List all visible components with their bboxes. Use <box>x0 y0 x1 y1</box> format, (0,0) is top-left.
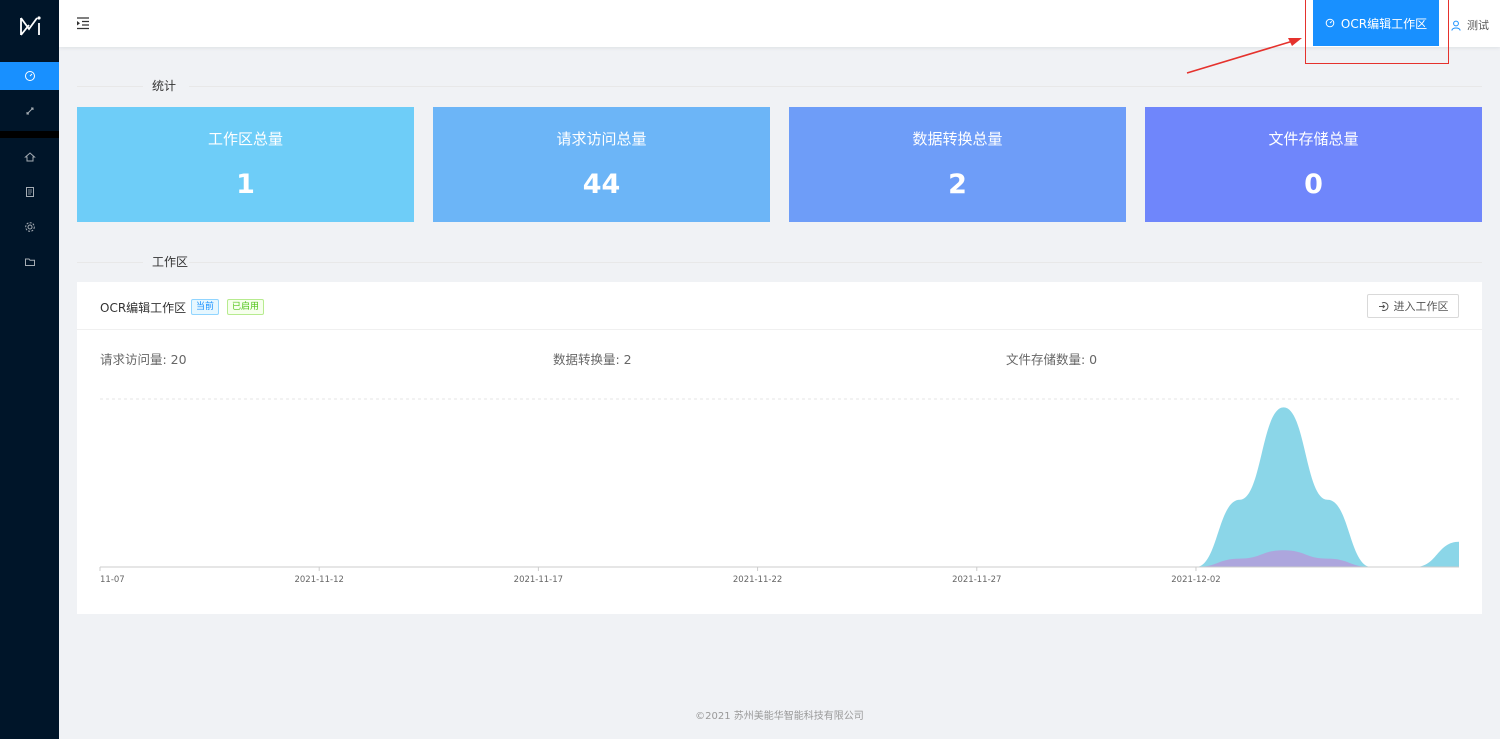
enter-workspace-button[interactable]: 进入工作区 <box>1367 294 1459 318</box>
stat-card-requests: 请求访问总量 44 <box>433 107 770 222</box>
annotation-arrow <box>1186 38 1302 74</box>
sidebar-item-home[interactable] <box>0 143 59 171</box>
folder-icon <box>24 258 35 266</box>
gear-icon <box>24 222 35 232</box>
sidebar-item-files[interactable] <box>0 248 59 276</box>
chart-x-tick-label: 2021-11-27 <box>952 575 1001 585</box>
chart-x-tick-label: 2021-11-17 <box>514 575 563 585</box>
chart-x-tick-label: 2021-11-12 <box>294 575 343 585</box>
stat-label: 数据转换总量 <box>912 130 1003 148</box>
chart-x-tick-label: 2021-11-22 <box>733 575 782 585</box>
sidebar-item-records[interactable] <box>0 178 59 206</box>
metric-requests: 请求访问量: 20 <box>100 352 187 367</box>
stat-value: 1 <box>236 169 255 200</box>
sidebar-item-dashboard[interactable] <box>0 62 59 90</box>
stats-section-title: 统计 <box>77 77 1482 95</box>
sidebar-item-settings[interactable] <box>0 213 59 241</box>
user-menu[interactable]: 测试 <box>1451 17 1489 33</box>
workspace-name: OCR编辑工作区 <box>100 301 187 315</box>
enter-workspace-label: 进入工作区 <box>1393 300 1449 313</box>
logo-icon <box>19 16 41 36</box>
metric-storage: 文件存储数量: 0 <box>1006 352 1098 367</box>
stat-label: 请求访问总量 <box>556 130 647 148</box>
menu-fold-icon[interactable] <box>76 16 90 30</box>
workspace-title: 工作区 <box>152 255 189 269</box>
home-icon <box>23 152 36 162</box>
stats-title: 统计 <box>152 79 177 93</box>
link-icon <box>26 107 33 115</box>
chart-x-tick-label: 11-07 <box>100 575 125 585</box>
sidebar-item-api[interactable] <box>0 97 59 125</box>
stat-card-workspaces: 工作区总量 1 <box>77 107 414 222</box>
sidebar-divider <box>0 131 59 138</box>
stat-card-storage: 文件存储总量 0 <box>1145 107 1482 222</box>
stat-value: 0 <box>1304 169 1323 200</box>
user-icon <box>1451 20 1461 31</box>
workspace-section-title: 工作区 <box>77 253 1482 271</box>
current-tag: 当前 <box>191 299 220 315</box>
workspace-card-header: OCR编辑工作区 当前 已启用 进入工作区 <box>77 282 1482 330</box>
document-icon <box>25 187 34 197</box>
stat-label: 文件存储总量 <box>1268 130 1359 148</box>
workspace-usage-chart: 11-07 2021-11-12 2021-11-17 2021-11-22 2021-… <box>99 398 1459 585</box>
stat-card-conversions: 数据转换总量 2 <box>789 107 1126 222</box>
login-icon <box>1378 301 1388 311</box>
stat-value: 2 <box>948 169 967 200</box>
stat-label: 工作区总量 <box>207 130 283 148</box>
enabled-tag: 已启用 <box>227 299 265 315</box>
chart-series-area <box>1195 407 1459 567</box>
app-logo[interactable] <box>0 0 59 52</box>
dashboard-icon <box>24 71 35 81</box>
chart-x-tick-label: 2021-12-02 <box>1171 575 1220 585</box>
annotation-highlight-box <box>1305 0 1449 64</box>
user-name: 测试 <box>1467 19 1489 32</box>
footer-copyright: ©2021 苏州美能华智能科技有限公司 <box>695 711 864 722</box>
sidebar <box>0 0 59 739</box>
workspace-card: OCR编辑工作区 当前 已启用 进入工作区 请求访问量: 20 数据转换量: 2… <box>77 282 1482 614</box>
metric-conversions: 数据转换量: 2 <box>553 352 632 367</box>
stat-value: 44 <box>582 169 621 200</box>
